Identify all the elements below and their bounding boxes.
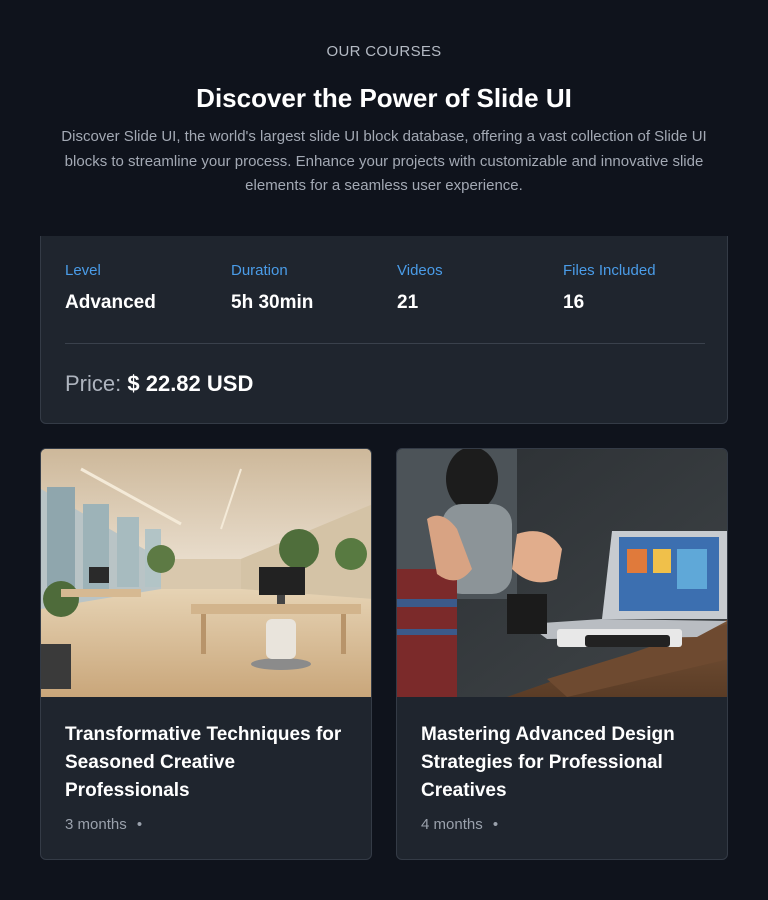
meta-separator-dot: • [136, 816, 143, 833]
section-eyebrow: OUR COURSES [326, 43, 442, 60]
course-duration: 3 months • [65, 816, 142, 833]
course-title[interactable]: Mastering Advanced Design Strategies for… [421, 721, 711, 805]
stat-label: Duration [231, 262, 288, 279]
stat-label: Level [65, 262, 101, 279]
course-title[interactable]: Transformative Techniques for Seasoned C… [65, 721, 355, 805]
office-interior-photo [41, 449, 371, 697]
course-duration-text: 4 months [421, 816, 483, 833]
stat-label: Files Included [563, 262, 656, 279]
stat-duration: Duration 5h 30min [231, 262, 391, 314]
stats-divider [65, 343, 705, 344]
stat-videos: Videos 21 [397, 262, 557, 314]
stat-value: 5h 30min [231, 292, 314, 313]
stat-level: Level Advanced [65, 262, 225, 314]
hands-laptop-meeting-photo [397, 449, 727, 697]
section-description: Discover Slide UI, the world's largest s… [61, 128, 707, 194]
meta-separator-dot: • [492, 816, 499, 833]
course-card[interactable]: Transformative Techniques for Seasoned C… [40, 448, 372, 860]
course-duration-text: 3 months [65, 816, 127, 833]
course-duration: 4 months • [421, 816, 498, 833]
stat-value: 21 [397, 292, 419, 313]
stat-label: Videos [397, 262, 443, 279]
stat-value: Advanced [65, 292, 156, 313]
courses-section: OUR COURSES Discover the Power of Slide … [0, 0, 768, 900]
stat-value: 16 [563, 292, 585, 313]
course-card[interactable]: Mastering Advanced Design Strategies for… [396, 448, 728, 860]
course-stats-panel: Level Advanced Duration 5h 30min Videos … [40, 236, 728, 424]
price: Price: $ 22.82 USD [65, 371, 253, 397]
stat-files-included: Files Included 16 [563, 262, 723, 314]
price-label: Price: [65, 371, 122, 396]
price-value: $ 22.82 USD [127, 371, 254, 396]
section-title: Discover the Power of Slide UI [196, 83, 572, 113]
